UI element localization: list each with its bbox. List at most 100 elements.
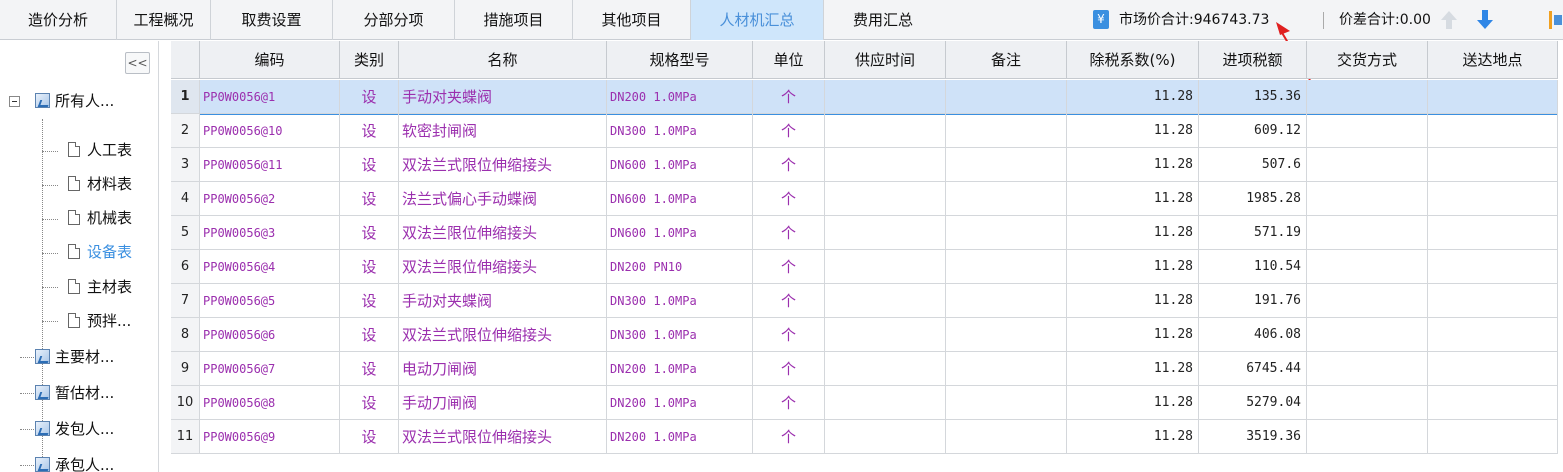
cell-remark[interactable]	[946, 148, 1067, 182]
header-supply-time[interactable]: 供应时间	[825, 41, 946, 79]
cell-input-tax[interactable]: 110.54	[1199, 250, 1307, 284]
cell-remark[interactable]	[946, 318, 1067, 352]
cell-supply-time[interactable]	[825, 114, 946, 148]
cell-delivery-place[interactable]	[1428, 386, 1558, 420]
header-input-tax[interactable]: 进项税额	[1199, 41, 1307, 79]
row-number[interactable]: 10	[171, 386, 200, 420]
cell-type[interactable]: 设	[340, 352, 399, 386]
cell-delivery-place[interactable]	[1428, 80, 1558, 114]
cell-input-tax[interactable]: 6745.44	[1199, 352, 1307, 386]
cell-code[interactable]: PP0W0056@9	[200, 420, 340, 454]
header-delivery-place[interactable]: 送达地点	[1428, 41, 1558, 79]
tree-item-machinery[interactable]: 机械表	[68, 201, 132, 235]
cell-spec[interactable]: DN600 1.0MPa	[607, 182, 753, 216]
cell-type[interactable]: 设	[340, 80, 399, 114]
cell-code[interactable]: PP0W0056@7	[200, 352, 340, 386]
cell-supply-time[interactable]	[825, 80, 946, 114]
cell-spec[interactable]: DN200 1.0MPa	[607, 420, 753, 454]
cell-unit[interactable]: 个	[753, 250, 825, 284]
cell-delivery-place[interactable]	[1428, 420, 1558, 454]
cell-supply-time[interactable]	[825, 420, 946, 454]
cell-remark[interactable]	[946, 182, 1067, 216]
toolbar-icon[interactable]	[1548, 9, 1563, 31]
cell-unit[interactable]: 个	[753, 182, 825, 216]
cell-type[interactable]: 设	[340, 148, 399, 182]
tree-item-contractor-supplied[interactable]: 承包人...	[35, 448, 114, 472]
cell-supply-time[interactable]	[825, 216, 946, 250]
cell-name[interactable]: 法兰式偏心手动蝶阀	[399, 182, 607, 216]
cell-name[interactable]: 双法兰式限位伸缩接头	[399, 318, 607, 352]
row-number[interactable]: 1	[171, 80, 200, 114]
cell-name[interactable]: 双法兰式限位伸缩接头	[399, 148, 607, 182]
cell-tax-coef[interactable]: 11.28	[1067, 182, 1199, 216]
cell-tax-coef[interactable]: 11.28	[1067, 318, 1199, 352]
cell-spec[interactable]: DN600 1.0MPa	[607, 216, 753, 250]
cell-name[interactable]: 双法兰式限位伸缩接头	[399, 420, 607, 454]
cell-supply-time[interactable]	[825, 284, 946, 318]
cell-type[interactable]: 设	[340, 386, 399, 420]
cell-unit[interactable]: 个	[753, 80, 825, 114]
cell-delivery-method[interactable]	[1307, 216, 1428, 250]
cell-tax-coef[interactable]: 11.28	[1067, 114, 1199, 148]
tree-collapse-toggle[interactable]	[9, 96, 20, 107]
cell-name[interactable]: 电动刀闸阀	[399, 352, 607, 386]
cell-code[interactable]: PP0W0056@1	[200, 80, 340, 114]
cell-name[interactable]: 手动刀闸阀	[399, 386, 607, 420]
cell-input-tax[interactable]: 406.08	[1199, 318, 1307, 352]
cell-input-tax[interactable]: 135.36	[1199, 80, 1307, 114]
cell-delivery-method[interactable]	[1307, 182, 1428, 216]
cell-unit[interactable]: 个	[753, 386, 825, 420]
cell-delivery-method[interactable]	[1307, 284, 1428, 318]
cell-tax-coef[interactable]: 11.28	[1067, 284, 1199, 318]
header-remark[interactable]: 备注	[946, 41, 1067, 79]
cell-supply-time[interactable]	[825, 182, 946, 216]
cell-tax-coef[interactable]: 11.28	[1067, 80, 1199, 114]
cell-type[interactable]: 设	[340, 250, 399, 284]
cell-input-tax[interactable]: 507.6	[1199, 148, 1307, 182]
cell-input-tax[interactable]: 609.12	[1199, 114, 1307, 148]
cell-spec[interactable]: DN200 1.0MPa	[607, 352, 753, 386]
cell-spec[interactable]: DN300 1.0MPa	[607, 114, 753, 148]
cell-remark[interactable]	[946, 352, 1067, 386]
cell-name[interactable]: 双法兰限位伸缩接头	[399, 216, 607, 250]
arrow-up-icon[interactable]	[1440, 10, 1458, 30]
row-number[interactable]: 9	[171, 352, 200, 386]
row-number[interactable]: 6	[171, 250, 200, 284]
cell-remark[interactable]	[946, 250, 1067, 284]
cell-unit[interactable]: 个	[753, 216, 825, 250]
row-number[interactable]: 7	[171, 284, 200, 318]
cell-supply-time[interactable]	[825, 148, 946, 182]
cell-delivery-method[interactable]	[1307, 420, 1428, 454]
tab-fee-summary[interactable]: 费用汇总	[824, 0, 942, 40]
cell-remark[interactable]	[946, 216, 1067, 250]
cell-remark[interactable]	[946, 420, 1067, 454]
cell-delivery-place[interactable]	[1428, 250, 1558, 284]
cell-type[interactable]: 设	[340, 216, 399, 250]
cell-delivery-place[interactable]	[1428, 148, 1558, 182]
tab-labor-material-summary[interactable]: 人材机汇总	[691, 0, 824, 40]
cell-name[interactable]: 手动对夹蝶阀	[399, 80, 607, 114]
tree-item-equipment[interactable]: 设备表	[68, 235, 132, 269]
header-code[interactable]: 编码	[200, 41, 340, 79]
cell-remark[interactable]	[946, 80, 1067, 114]
cell-spec[interactable]: DN300 1.0MPa	[607, 318, 753, 352]
cell-name[interactable]: 手动对夹蝶阀	[399, 284, 607, 318]
header-spec[interactable]: 规格型号	[607, 41, 753, 79]
cell-delivery-place[interactable]	[1428, 216, 1558, 250]
cell-delivery-place[interactable]	[1428, 318, 1558, 352]
row-number[interactable]: 8	[171, 318, 200, 352]
tab-fee-settings[interactable]: 取费设置	[211, 0, 333, 40]
cell-remark[interactable]	[946, 114, 1067, 148]
cell-input-tax[interactable]: 571.19	[1199, 216, 1307, 250]
cell-delivery-place[interactable]	[1428, 352, 1558, 386]
cell-code[interactable]: PP0W0056@2	[200, 182, 340, 216]
header-delivery-method[interactable]: 交货方式	[1307, 41, 1428, 79]
tab-measures[interactable]: 措施项目	[455, 0, 573, 40]
row-number[interactable]: 2	[171, 114, 200, 148]
cell-spec[interactable]: DN200 PN10	[607, 250, 753, 284]
tree-item-material[interactable]: 材料表	[68, 167, 132, 201]
arrow-down-icon[interactable]	[1476, 9, 1494, 30]
cell-tax-coef[interactable]: 11.28	[1067, 148, 1199, 182]
cell-code[interactable]: PP0W0056@6	[200, 318, 340, 352]
row-number[interactable]: 4	[171, 182, 200, 216]
